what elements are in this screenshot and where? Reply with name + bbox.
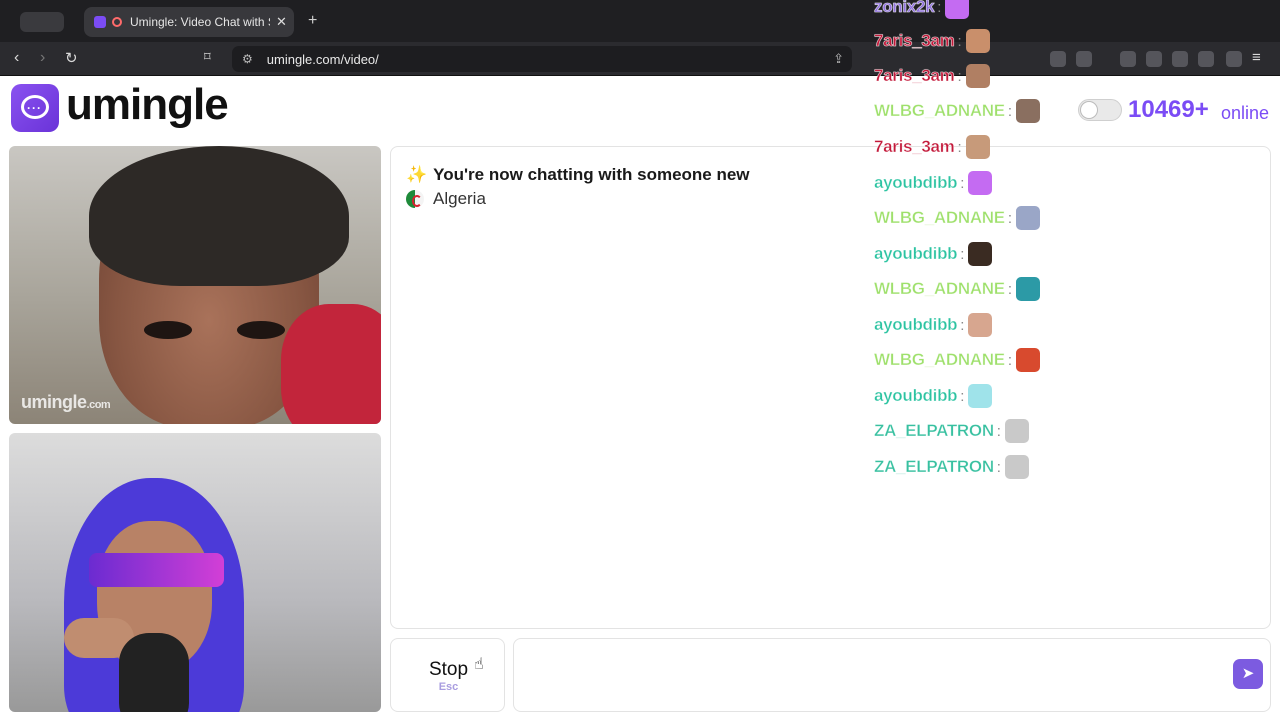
stream-chat-overlay: zonix2k:7aris_3am:7aris_3am: WLBG_ADNANE:… [874,0,1134,490]
overlay-chat-line: ZA_ELPATRON: [874,452,1029,482]
url-text: umingle.com/video/ [266,51,379,67]
bookmark-icon[interactable]: ⌑ [204,49,211,65]
overlay-emote-icon [968,171,993,195]
overlay-emote-icon [1004,419,1029,443]
overlay-chat-separator: : [960,387,965,405]
overlay-emote-icon [1015,99,1040,123]
umingle-favicon-icon [94,16,106,28]
stop-button[interactable]: Stop Esc [390,638,505,712]
overlay-chat-line: ZA_ELPATRON: [874,416,1029,446]
vpn-icon[interactable] [1226,51,1242,67]
send-button[interactable]: ➤ [1233,659,1263,689]
overlay-chat-line: WLBG_ADNANE: [874,345,1040,375]
overlay-chat-username: ZA_ELPATRON [874,457,995,477]
overlay-chat-username: ayoubdibb [874,315,958,335]
sidebar-icon[interactable] [1146,51,1162,67]
overlay-emote-icon [1015,348,1040,372]
overlay-chat-username: WLBG_ADNANE [874,208,1006,228]
overlay-chat-separator: : [1007,102,1012,120]
overlay-chat-username: 7aris_3am [874,31,955,51]
chat-log: ✨ You're now chatting with someone new Al… [390,146,1271,629]
recording-indicator-icon [112,17,122,27]
overlay-chat-line: 7aris_3am: [874,26,990,56]
overlay-chat-username: ayoubdibb [874,173,958,193]
overlay-chat-username: ayoubdibb [874,244,958,264]
overlay-chat-line: ayoubdibb: [874,310,993,340]
close-tab-icon[interactable]: ✕ [276,14,287,30]
overlay-emote-icon [965,29,990,53]
overlay-chat-separator: : [957,138,962,156]
online-label: online [1221,103,1270,123]
umingle-watermark: umingle.com [21,392,111,412]
site-settings-icon[interactable]: ⚙ [242,52,253,66]
overlay-chat-separator: : [1007,280,1012,298]
overlay-chat-username: ZA_ELPATRON [874,421,995,441]
overlay-chat-username: WLBG_ADNANE [874,101,1006,121]
overlay-chat-separator: : [960,174,965,192]
back-icon[interactable]: ‹ [14,49,19,67]
overlay-chat-line: WLBG_ADNANE: [874,96,1040,126]
overlay-chat-line: ayoubdibb: [874,239,993,269]
overlay-emote-icon [945,0,970,19]
new-tab-button[interactable]: + [308,12,317,30]
overlay-chat-username: zonix2k [874,0,935,16]
self-video [9,433,381,712]
hand-cursor-icon: ☝ [474,656,484,673]
overlay-chat-username: 7aris_3am [874,66,955,86]
logo-text[interactable]: umingle [66,80,229,130]
umingle-logo-icon[interactable]: ··· [11,84,59,132]
online-count: 10469+ [1128,96,1209,123]
tab-title: Umingle: Video Chat with St [130,15,270,29]
share-icon[interactable]: ⇪ [833,51,844,67]
chat-status: ✨ You're now chatting with someone new [406,165,750,184]
sparkle-icon: ✨ [406,165,428,184]
overlay-chat-separator: : [960,316,965,334]
overlay-emote-icon [1015,277,1040,301]
reload-icon[interactable]: ↻ [65,49,78,67]
overlay-chat-separator: : [996,458,1001,476]
browser-tab-umingle[interactable]: Umingle: Video Chat with St ✕ [84,7,294,37]
overlay-chat-line: 7aris_3am: [874,132,990,162]
overlay-chat-separator: : [937,0,942,16]
overlay-chat-line: zonix2k: [874,0,970,22]
stranger-country: Algeria [406,189,486,209]
overlay-emote-icon [965,135,990,159]
overlay-chat-separator: : [957,32,962,50]
overlay-emote-icon [968,242,993,266]
overlay-emote-icon [968,384,993,408]
overlay-chat-line: 7aris_3am: [874,61,990,91]
overlay-chat-username: WLBG_ADNANE [874,279,1006,299]
menu-icon[interactable]: ≡ [1252,49,1261,66]
overlay-chat-line: WLBG_ADNANE: [874,274,1040,304]
overlay-emote-icon [968,313,993,337]
overlay-emote-icon [965,64,990,88]
algeria-flag-icon [406,190,424,208]
stop-shortcut-hint: Esc [438,681,459,693]
send-icon: ➤ [1241,665,1255,682]
overlay-chat-separator: : [1007,351,1012,369]
overlay-chat-separator: : [960,245,965,263]
overlay-chat-line: WLBG_ADNANE: [874,203,1040,233]
sidebar-toggle-button[interactable] [20,12,64,32]
stop-label: Stop [428,659,469,680]
message-input[interactable] [513,638,1271,712]
address-bar[interactable]: ⚙ umingle.com/video/ ⇪ [232,46,852,72]
overlay-chat-username: WLBG_ADNANE [874,350,1006,370]
overlay-emote-icon [1004,455,1029,479]
overlay-chat-separator: : [957,67,962,85]
wallet-icon[interactable] [1172,51,1188,67]
overlay-chat-line: ayoubdibb: [874,381,993,411]
overlay-chat-username: ayoubdibb [874,386,958,406]
overlay-emote-icon [1015,206,1040,230]
leo-ai-icon[interactable] [1198,51,1214,67]
overlay-chat-separator: : [1007,209,1012,227]
forward-icon[interactable]: › [40,49,45,67]
overlay-chat-separator: : [996,422,1001,440]
overlay-chat-username: 7aris_3am [874,137,955,157]
stranger-video: umingle.com [9,146,381,424]
overlay-chat-line: ayoubdibb: [874,168,993,198]
